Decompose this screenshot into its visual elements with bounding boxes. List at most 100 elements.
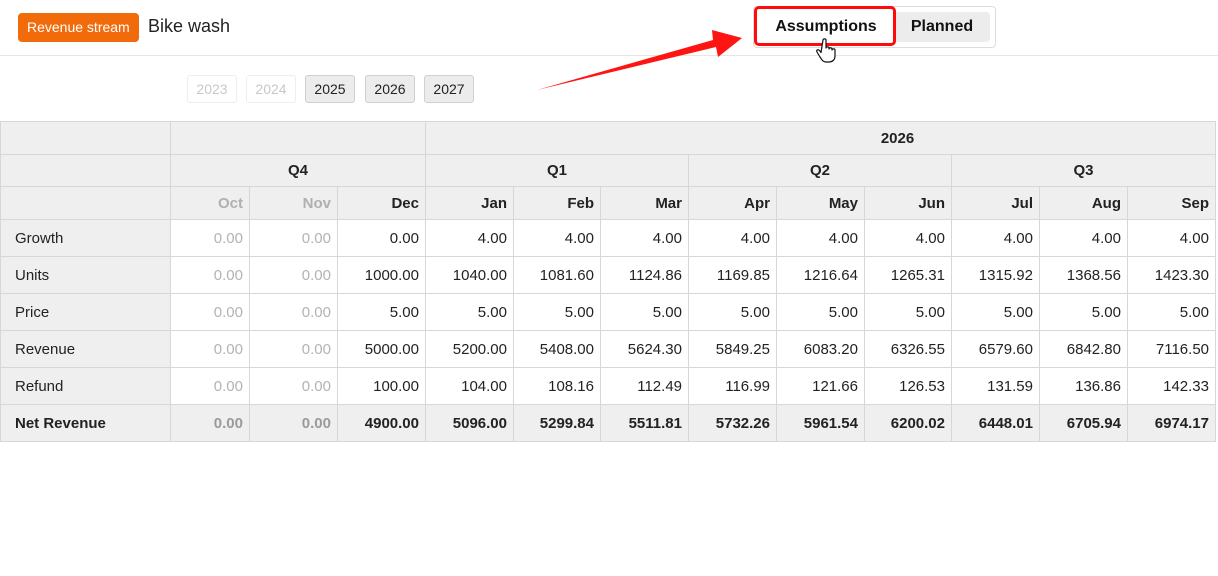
month-header-3: Jan — [425, 186, 514, 220]
table-cell[interactable]: 5000.00 — [337, 330, 426, 368]
row-label: Units — [0, 256, 171, 294]
table-cell[interactable]: 0.00 — [170, 330, 250, 368]
month-header-9: Jul — [951, 186, 1040, 220]
table-cell[interactable]: 112.49 — [600, 367, 689, 405]
table-cell[interactable]: 4.00 — [600, 219, 689, 257]
table-cell[interactable]: 5.00 — [337, 293, 426, 331]
table-cell[interactable]: 5.00 — [688, 293, 777, 331]
table-cell[interactable]: 5096.00 — [425, 404, 514, 442]
top-bar: Revenue stream Bike wash — [0, 0, 1218, 56]
table-cell[interactable]: 6326.55 — [864, 330, 952, 368]
table-cell[interactable]: 0.00 — [170, 293, 250, 331]
table-cell[interactable]: 5.00 — [1127, 293, 1216, 331]
year-button-2024[interactable]: 2024 — [246, 75, 296, 103]
month-header-1: Nov — [249, 186, 338, 220]
table-cell[interactable]: 4.00 — [951, 219, 1040, 257]
table-cell[interactable]: 1265.31 — [864, 256, 952, 294]
table-cell[interactable]: 5.00 — [600, 293, 689, 331]
table-cell[interactable]: 4.00 — [513, 219, 601, 257]
table-cell[interactable]: 108.16 — [513, 367, 601, 405]
table-cell[interactable]: 5.00 — [951, 293, 1040, 331]
year-button-2027[interactable]: 2027 — [424, 75, 474, 103]
table-cell[interactable]: 4.00 — [688, 219, 777, 257]
table-cell[interactable]: 6200.02 — [864, 404, 952, 442]
table-cell[interactable]: 5732.26 — [688, 404, 777, 442]
month-header-8: Jun — [864, 186, 952, 220]
table-cell[interactable]: 0.00 — [249, 404, 338, 442]
table-cell[interactable]: 0.00 — [170, 367, 250, 405]
table-cell[interactable]: 1040.00 — [425, 256, 514, 294]
table-cell[interactable]: 136.86 — [1039, 367, 1128, 405]
table-cell[interactable]: 5961.54 — [776, 404, 865, 442]
year-button-2023[interactable]: 2023 — [187, 75, 237, 103]
table-cell[interactable]: 5.00 — [864, 293, 952, 331]
pointer-hand-icon — [816, 38, 836, 63]
header-corner — [0, 154, 171, 187]
table-cell[interactable]: 0.00 — [249, 219, 338, 257]
table-row: Revenue 0.00 0.00 5000.00 5200.00 5408.00 5624… — [0, 330, 1216, 368]
table-cell[interactable]: 0.00 — [170, 404, 250, 442]
row-label: Revenue — [0, 330, 171, 368]
table-cell[interactable]: 0.00 — [249, 367, 338, 405]
table-cell[interactable]: 5.00 — [1039, 293, 1128, 331]
table-cell[interactable]: 6705.94 — [1039, 404, 1128, 442]
table-cell[interactable]: 1216.64 — [776, 256, 865, 294]
table-cell[interactable]: 0.00 — [249, 293, 338, 331]
table-cell[interactable]: 4.00 — [425, 219, 514, 257]
month-header-10: Aug — [1039, 186, 1128, 220]
table-row: Net Revenue 0.00 0.00 4900.00 5096.00 5299.84… — [0, 404, 1216, 442]
table-cell[interactable]: 5849.25 — [688, 330, 777, 368]
table-cell[interactable]: 5200.00 — [425, 330, 514, 368]
month-header-6: Apr — [688, 186, 777, 220]
revenue-table: 2026 Q4 Q1 Q2 Q3 Oct Nov Dec Jan Feb Mar Apr Ma… — [0, 121, 1216, 442]
table-cell[interactable]: 6083.20 — [776, 330, 865, 368]
table-cell[interactable]: 5511.81 — [600, 404, 689, 442]
table-cell[interactable]: 126.53 — [864, 367, 952, 405]
table-row: Refund 0.00 0.00 100.00 104.00 108.16 112.49 11… — [0, 367, 1216, 405]
row-label: Refund — [0, 367, 171, 405]
table-cell[interactable]: 4.00 — [1127, 219, 1216, 257]
header-quarter-q4: Q4 — [170, 154, 426, 187]
table-cell[interactable]: 1081.60 — [513, 256, 601, 294]
table-cell[interactable]: 4.00 — [776, 219, 865, 257]
table-cell[interactable]: 5.00 — [425, 293, 514, 331]
table-cell[interactable]: 142.33 — [1127, 367, 1216, 405]
table-cell[interactable]: 1368.56 — [1039, 256, 1128, 294]
table-cell[interactable]: 7116.50 — [1127, 330, 1216, 368]
table-cell[interactable]: 0.00 — [170, 219, 250, 257]
table-cell[interactable]: 6579.60 — [951, 330, 1040, 368]
table-cell[interactable]: 1423.30 — [1127, 256, 1216, 294]
table-cell[interactable]: 104.00 — [425, 367, 514, 405]
table-cell[interactable]: 1315.92 — [951, 256, 1040, 294]
table-cell[interactable]: 0.00 — [337, 219, 426, 257]
month-header-11: Sep — [1127, 186, 1216, 220]
tab-planned[interactable]: Planned — [894, 12, 990, 42]
table-cell[interactable]: 1000.00 — [337, 256, 426, 294]
table-cell[interactable]: 0.00 — [249, 330, 338, 368]
table-cell[interactable]: 4.00 — [864, 219, 952, 257]
table-cell[interactable]: 6448.01 — [951, 404, 1040, 442]
table-cell[interactable]: 1124.86 — [600, 256, 689, 294]
table-cell[interactable]: 100.00 — [337, 367, 426, 405]
table-cell[interactable]: 5624.30 — [600, 330, 689, 368]
table-cell[interactable]: 0.00 — [249, 256, 338, 294]
table-cell[interactable]: 5299.84 — [513, 404, 601, 442]
table-cell[interactable]: 5.00 — [513, 293, 601, 331]
table-cell[interactable]: 4900.00 — [337, 404, 426, 442]
table-cell[interactable]: 131.59 — [951, 367, 1040, 405]
table-cell[interactable]: 5.00 — [776, 293, 865, 331]
month-header-0: Oct — [170, 186, 250, 220]
table-cell[interactable]: 116.99 — [688, 367, 777, 405]
year-button-2026[interactable]: 2026 — [365, 75, 415, 103]
header-quarter-q2: Q2 — [688, 154, 952, 187]
header-corner — [0, 121, 171, 155]
table-cell[interactable]: 121.66 — [776, 367, 865, 405]
table-cell[interactable]: 4.00 — [1039, 219, 1128, 257]
year-button-2025[interactable]: 2025 — [305, 75, 355, 103]
table-cell[interactable]: 0.00 — [170, 256, 250, 294]
table-cell[interactable]: 6974.17 — [1127, 404, 1216, 442]
table-cell[interactable]: 5408.00 — [513, 330, 601, 368]
table-cell[interactable]: 1169.85 — [688, 256, 777, 294]
month-header-7: May — [776, 186, 865, 220]
table-cell[interactable]: 6842.80 — [1039, 330, 1128, 368]
